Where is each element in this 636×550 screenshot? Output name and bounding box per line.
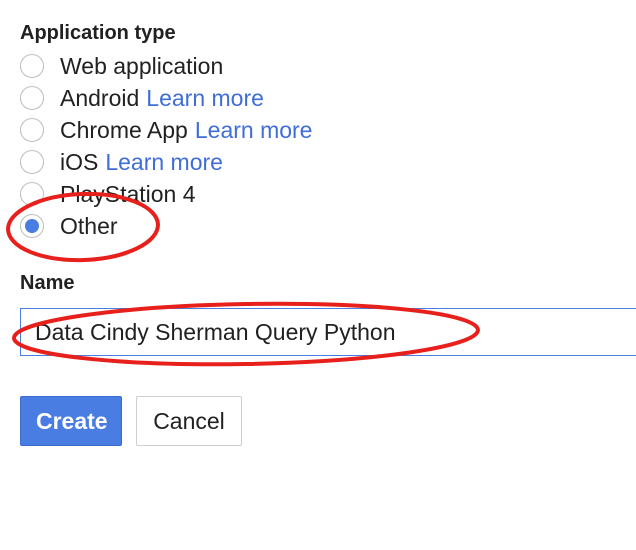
name-input[interactable] xyxy=(20,308,636,356)
radio-option-other[interactable]: Other xyxy=(20,210,620,242)
radio-option-label: PlayStation 4 xyxy=(60,180,196,207)
radio-option-label: Android xyxy=(60,84,140,111)
radio-option-android[interactable]: Android Learn more xyxy=(20,82,620,114)
radio-button-selected[interactable] xyxy=(20,214,44,238)
radio-button[interactable] xyxy=(20,118,44,142)
android-learn-more-link[interactable]: Learn more xyxy=(146,85,264,112)
chrome-app-learn-more-link[interactable]: Learn more xyxy=(195,117,313,144)
radio-option-label: iOS xyxy=(60,148,99,175)
radio-option-web-application[interactable]: Web application xyxy=(20,50,620,82)
radio-button[interactable] xyxy=(20,182,44,206)
cancel-button[interactable]: Cancel xyxy=(136,396,242,446)
radio-option-label: Other xyxy=(60,212,118,239)
ios-learn-more-link[interactable]: Learn more xyxy=(105,149,223,176)
create-button[interactable]: Create xyxy=(20,396,122,446)
radio-selected-dot xyxy=(25,219,39,233)
application-type-radio-group: Web application Android Learn more Chrom… xyxy=(20,50,620,242)
radio-option-chrome-app[interactable]: Chrome App Learn more xyxy=(20,114,620,146)
radio-button[interactable] xyxy=(20,54,44,78)
name-label: Name xyxy=(20,272,75,294)
radio-option-label: Web application xyxy=(60,52,224,79)
application-type-label: Application type xyxy=(20,22,176,44)
radio-option-playstation-4[interactable]: PlayStation 4 xyxy=(20,178,620,210)
radio-button[interactable] xyxy=(20,86,44,110)
radio-option-ios[interactable]: iOS Learn more xyxy=(20,146,620,178)
radio-button[interactable] xyxy=(20,150,44,174)
radio-option-label: Chrome App xyxy=(60,116,188,143)
